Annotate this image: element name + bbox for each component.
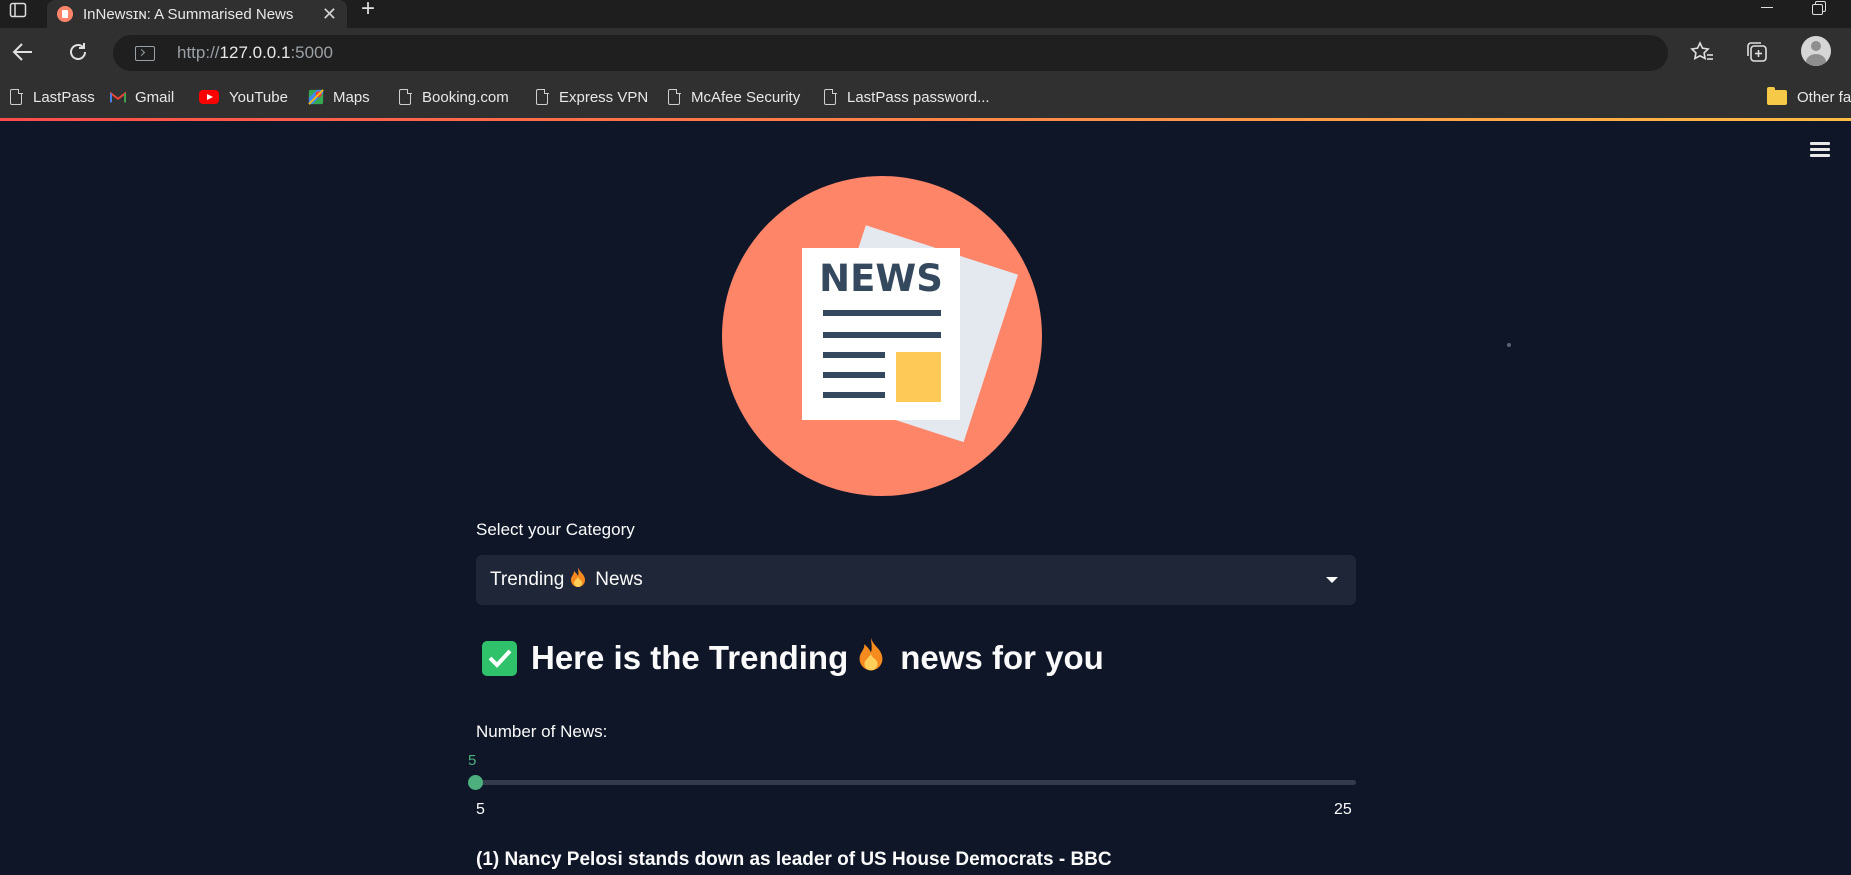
back-arrow-icon [12, 43, 32, 61]
site-info-icon[interactable] [135, 45, 155, 61]
page-heading: Here is the Trending news for you [482, 636, 1104, 680]
folder-icon [1767, 86, 1787, 105]
profile-avatar-icon[interactable] [1801, 36, 1831, 66]
reload-button[interactable] [62, 36, 94, 68]
collections-button[interactable] [1741, 36, 1773, 68]
reload-icon [70, 43, 86, 60]
page-icon [10, 88, 23, 105]
minimize-icon[interactable] [1757, 0, 1777, 16]
browser-tab[interactable]: InNewsɪɴ: A Summarised News ✕ [47, 0, 347, 28]
close-tab-icon[interactable]: ✕ [322, 5, 337, 23]
bookmark-booking[interactable]: Booking.com [397, 86, 509, 108]
back-button[interactable] [7, 36, 39, 68]
bookmark-mcafee[interactable]: McAfee Security [666, 86, 800, 108]
category-select[interactable]: Trending News [476, 555, 1356, 605]
slider-label: Number of News: [476, 722, 608, 741]
youtube-icon [199, 90, 219, 104]
restore-icon[interactable] [1812, 1, 1826, 15]
tab-strip: InNewsɪɴ: A Summarised News ✕ + [0, 0, 1851, 28]
page-icon [668, 88, 681, 105]
url-text: http://127.0.0.1:5000 [177, 43, 333, 62]
page-icon [399, 88, 412, 105]
fire-icon [856, 636, 886, 680]
category-selected-prefix: Trending [490, 569, 565, 590]
page-icon [536, 88, 549, 105]
news-favicon-icon [57, 6, 73, 22]
tab-actions-icon[interactable] [4, 0, 32, 20]
address-bar[interactable]: http://127.0.0.1:5000 [113, 35, 1668, 71]
bookmark-gmail[interactable]: Gmail [110, 86, 174, 108]
bookmarks-bar: LastPass Gmail YouTube Maps Booking.com … [0, 78, 1851, 118]
check-icon [482, 640, 517, 676]
chevron-down-icon[interactable] [1326, 577, 1338, 583]
page-icon [824, 88, 837, 105]
favorites-button[interactable] [1686, 36, 1718, 68]
star-list-icon [1690, 41, 1713, 60]
browser-toolbar: http://127.0.0.1:5000 [0, 28, 1851, 78]
tab-title: InNewsɪɴ: A Summarised News [83, 5, 294, 23]
slider-current-value: 5 [468, 752, 477, 769]
heading-suffix: news for you [900, 639, 1104, 676]
hamburger-menu-icon[interactable] [1810, 142, 1832, 158]
fire-icon [569, 566, 587, 594]
category-selected-suffix: News [595, 569, 643, 590]
page-top-decoration [0, 118, 1851, 121]
new-tab-button[interactable]: + [357, 0, 379, 21]
stray-dot [1507, 343, 1511, 347]
other-favorites[interactable]: Other fa [1766, 86, 1851, 108]
bookmark-youtube[interactable]: YouTube [198, 86, 288, 108]
maps-icon [308, 88, 324, 106]
logo-news-text: NEWS [819, 257, 943, 300]
bookmark-express-vpn[interactable]: Express VPN [534, 86, 648, 108]
news-logo: NEWS [722, 176, 1042, 496]
news-item-title: (1) Nancy Pelosi stands down as leader o… [476, 849, 1112, 870]
bookmark-maps[interactable]: Maps [308, 86, 370, 108]
slider-min-label: 5 [476, 801, 485, 818]
heading-prefix: Here is the Trending [531, 639, 849, 676]
bookmark-lastpass[interactable]: LastPass [8, 86, 95, 108]
gmail-icon [110, 88, 126, 106]
slider-thumb[interactable] [468, 775, 483, 790]
category-label: Select your Category [476, 520, 635, 539]
slider-max-label: 25 [1334, 801, 1352, 818]
bookmark-lastpass-password[interactable]: LastPass password... [822, 86, 990, 108]
collections-icon [1747, 42, 1767, 62]
news-count-slider[interactable] [476, 780, 1356, 785]
